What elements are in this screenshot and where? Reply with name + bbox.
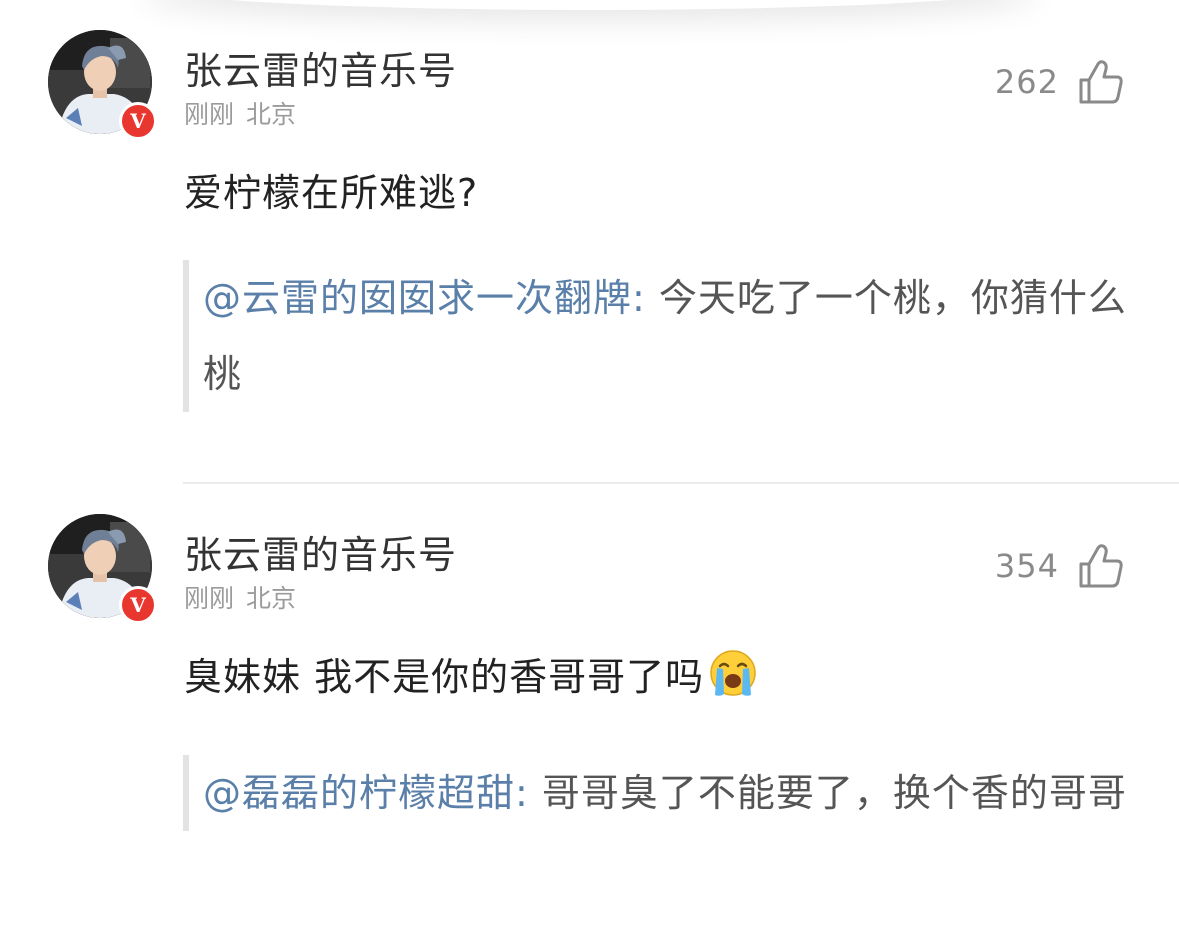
like-button[interactable]: 262 [995,58,1125,106]
comment-item: V 张云雷的音乐号 刚刚 北京 262 爱柠檬在所难逃? @云雷的囡囡求一次翻牌:… [0,0,1179,480]
comment-meta: 刚刚 北京 [184,95,296,131]
verified-v-badge-icon: V [119,102,157,140]
reply-text: 哥哥臭了不能要了，换个香的哥哥 [528,771,1127,815]
like-button[interactable]: 354 [995,542,1125,590]
crying-face-emoji-icon [710,650,756,696]
verified-v-badge-icon: V [119,586,157,624]
reply-separator: : [515,771,529,815]
comment-location: 北京 [246,584,297,613]
comment-text-wrap: 臭妹妹 我不是你的香哥哥了吗 [184,646,758,701]
comment-text: 臭妹妹 我不是你的香哥哥了吗 [184,655,705,699]
username[interactable]: 张云雷的音乐号 [184,40,457,95]
username[interactable]: 张云雷的音乐号 [184,524,457,579]
reply-mention[interactable]: @磊磊的柠檬超甜 [203,771,515,815]
comment-time: 刚刚 [184,100,235,129]
reply-mention[interactable]: @云雷的囡囡求一次翻牌 [203,276,632,320]
thumbs-up-icon [1079,60,1123,104]
avatar[interactable]: V [48,30,157,140]
comment-meta: 刚刚 北京 [184,579,296,615]
reply-quote: @磊磊的柠檬超甜: 哥哥臭了不能要了，换个香的哥哥 [183,755,1133,831]
like-count: 262 [994,63,1059,101]
reply-quote: @云雷的囡囡求一次翻牌: 今天吃了一个桃，你猜什么桃 [183,260,1133,412]
comment-time: 刚刚 [184,584,235,613]
comment-item: V 张云雷的音乐号 刚刚 北京 354 臭妹妹 我不是你的香哥哥了吗 @磊磊的柠檬… [0,484,1179,950]
reply-separator: : [632,276,646,320]
like-count: 354 [994,547,1059,585]
comment-text: 爱柠檬在所难逃? [184,171,479,215]
thumbs-up-icon [1079,544,1123,588]
comment-location: 北京 [246,100,297,129]
avatar[interactable]: V [48,514,157,624]
